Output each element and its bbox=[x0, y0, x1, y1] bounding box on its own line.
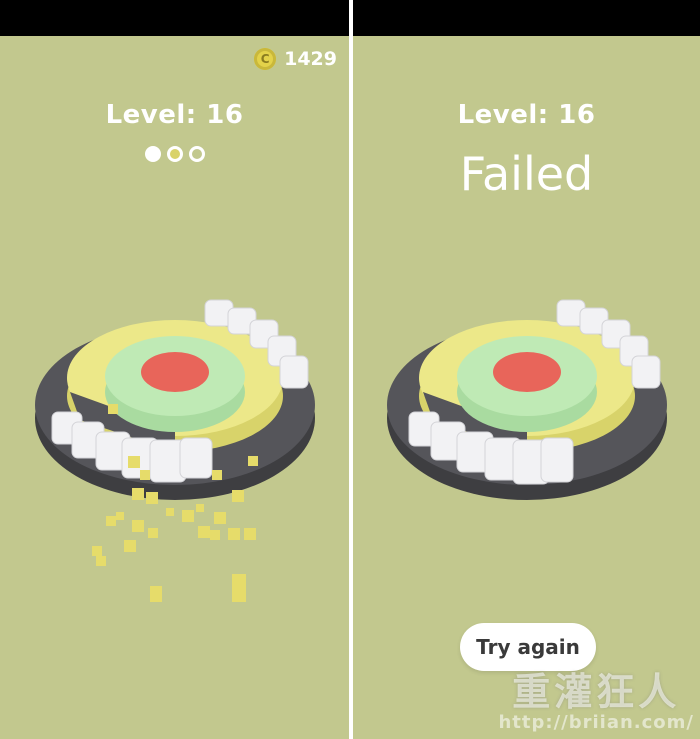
watermark-url: http://briian.com/ bbox=[498, 712, 694, 733]
stage-dot-completed bbox=[144, 146, 161, 162]
coin-counter: C 1429 bbox=[254, 48, 337, 70]
failed-title: Failed bbox=[459, 147, 594, 201]
level-label: Level: 16 bbox=[105, 100, 244, 130]
coin-count: 1429 bbox=[284, 48, 337, 70]
stage-dot-current bbox=[166, 146, 183, 162]
coin-icon: C bbox=[254, 48, 277, 70]
level-label: Level: 16 bbox=[457, 100, 596, 130]
stage-progress bbox=[0, 146, 349, 162]
red-core bbox=[141, 352, 209, 392]
red-core bbox=[493, 352, 561, 392]
watermark: 重灌狂人 http://briian.com/ bbox=[498, 669, 694, 734]
game-screen-playing: C 1429 Level: 16 bbox=[0, 0, 349, 739]
watermark-logo: 重灌狂人 bbox=[512, 669, 681, 714]
game-screen-failed: Level: 16 Failed Try again 重灌狂人 http://b… bbox=[353, 0, 700, 739]
stage-dot-pending bbox=[188, 146, 205, 162]
try-again-button[interactable]: Try again bbox=[460, 623, 596, 671]
